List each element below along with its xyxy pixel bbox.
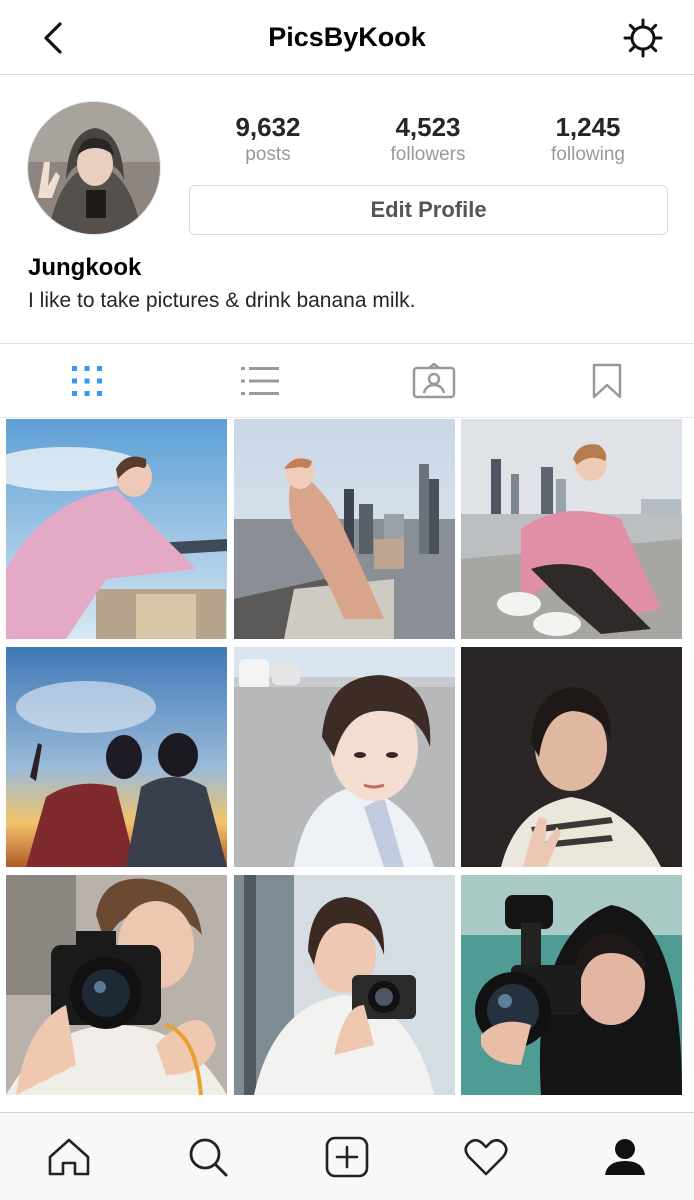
posts-label: posts (245, 144, 291, 165)
search-icon (189, 1138, 228, 1176)
nav-profile[interactable] (555, 1113, 694, 1200)
edit-profile-button[interactable]: Edit Profile (189, 185, 668, 235)
posts-stat[interactable]: 9,632 posts (188, 112, 348, 172)
posts-grid (6, 419, 688, 1101)
list-icon (241, 366, 280, 395)
posts-count: 9,632 (235, 112, 301, 142)
post-thumbnail[interactable] (6, 647, 227, 867)
avatar-image (28, 102, 160, 234)
post-image (6, 875, 227, 1095)
post-thumbnail[interactable] (234, 875, 455, 1095)
followers-stat[interactable]: 4,523 followers (348, 112, 508, 172)
bottom-nav (0, 1112, 694, 1200)
add-post-icon (325, 1136, 369, 1177)
tab-list[interactable] (174, 344, 348, 417)
profile-name: Jungkook (28, 254, 142, 281)
page-title: PicsByKook (268, 22, 426, 52)
grid-icon (71, 365, 102, 396)
post-image (234, 875, 455, 1095)
nav-home[interactable] (0, 1113, 139, 1200)
profile-icon (604, 1138, 645, 1175)
tagged-icon (412, 362, 455, 398)
profile-screen: PicsByKook 9,632 posts 4,523 followers 1… (0, 0, 694, 1200)
tab-saved[interactable] (521, 344, 694, 417)
nav-add-post[interactable] (278, 1113, 417, 1200)
followers-label: followers (390, 144, 466, 165)
following-count: 1,245 (555, 112, 621, 142)
nav-search[interactable] (139, 1113, 278, 1200)
post-thumbnail[interactable] (234, 419, 455, 639)
post-thumbnail[interactable] (461, 875, 682, 1095)
post-image (234, 647, 455, 867)
post-thumbnail[interactable] (6, 419, 227, 639)
post-thumbnail[interactable] (461, 419, 682, 639)
profile-bio: I like to take pictures & drink banana m… (28, 289, 416, 312)
profile-stats: 9,632 posts 4,523 followers 1,245 follow… (188, 112, 668, 172)
nav-activity[interactable] (416, 1113, 555, 1200)
profile-tab-bar (0, 343, 694, 418)
post-image (461, 875, 682, 1095)
post-image (6, 419, 227, 639)
tab-grid[interactable] (0, 344, 174, 417)
following-label: following (551, 144, 625, 165)
heart-icon (464, 1138, 508, 1175)
post-image (461, 419, 682, 639)
top-header: PicsByKook (0, 0, 694, 75)
post-image (234, 419, 455, 639)
followers-count: 4,523 (395, 112, 461, 142)
avatar[interactable] (27, 101, 161, 235)
bookmark-icon (593, 363, 622, 398)
post-thumbnail[interactable] (6, 875, 227, 1095)
tab-tagged[interactable] (347, 344, 521, 417)
post-thumbnail[interactable] (234, 647, 455, 867)
post-image (6, 647, 227, 867)
home-icon (49, 1138, 90, 1175)
post-image (461, 647, 682, 867)
gear-icon[interactable] (622, 17, 664, 59)
post-thumbnail[interactable] (461, 647, 682, 867)
following-stat[interactable]: 1,245 following (508, 112, 668, 172)
